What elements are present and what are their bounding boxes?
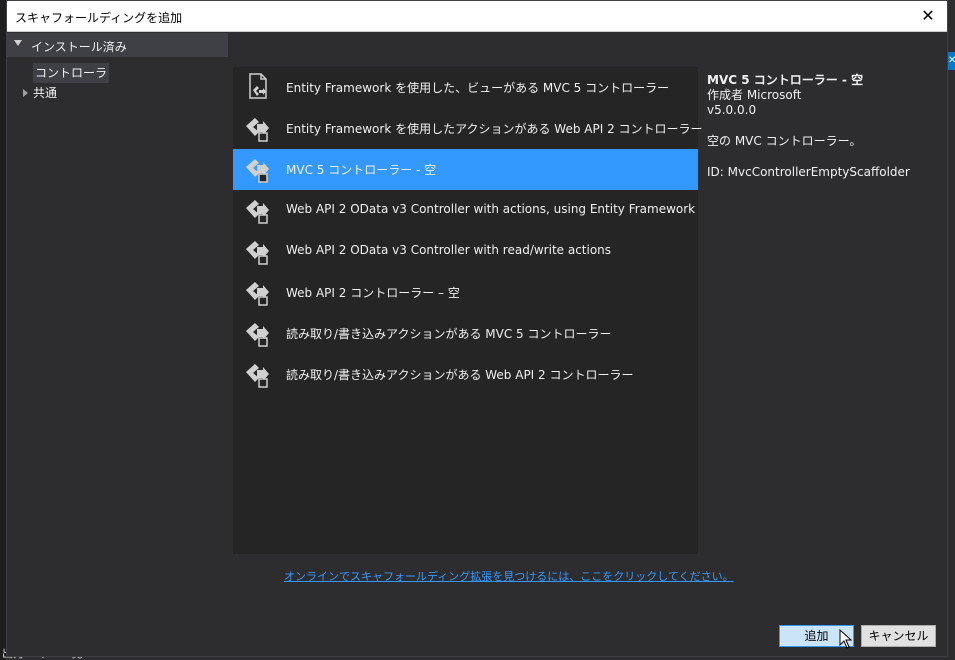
details-description: 空の MVC コントローラー。: [707, 134, 862, 148]
scaffold-list: Entity Framework を使用した、ビューがある MVC 5 コントロ…: [233, 67, 703, 554]
scaffold-details: MVC 5 コントローラー - 空 作成者 Microsoft v5.0.0.0…: [707, 73, 942, 180]
tree-item-label: コントローラ: [33, 63, 110, 83]
dialog-footer: 追加 キャンセル: [7, 591, 947, 656]
scaffold-list-item[interactable]: 読み取り/書き込みアクションがある Web API 2 コントローラー: [233, 354, 698, 395]
ide-close-tab-icon[interactable]: ✕: [948, 52, 955, 70]
add-scaffold-dialog: スキャフォールディングを追加 ✕ インストール済み コントローラ 共通 Enti…: [6, 0, 948, 657]
scaffold-list-item[interactable]: Entity Framework を使用した、ビューがある MVC 5 コントロ…: [233, 67, 698, 108]
controller-icon: [243, 277, 273, 307]
collapse-triangle-icon: [14, 40, 22, 46]
scaffold-list-item[interactable]: Entity Framework を使用したアクションがある Web API 2…: [233, 108, 703, 149]
scaffold-list-item[interactable]: 読み取り/書き込みアクションがある MVC 5 コントローラー: [233, 313, 698, 354]
controller-icon: [243, 318, 273, 348]
scaffold-item-label: Entity Framework を使用したアクションがある Web API 2…: [286, 122, 703, 136]
tree-item-label: 共通: [33, 86, 58, 100]
installed-section-header[interactable]: インストール済み: [7, 33, 228, 57]
controller-icon: [243, 113, 273, 143]
controller-with-views-icon: [243, 72, 273, 102]
controller-icon: [243, 236, 273, 266]
scaffold-item-label: Web API 2 OData v3 Controller with read/…: [286, 243, 612, 257]
scaffold-list-item[interactable]: Web API 2 OData v3 Controller with read/…: [233, 231, 698, 272]
scaffold-item-label: 読み取り/書き込みアクションがある MVC 5 コントローラー: [286, 327, 612, 341]
details-author: 作成者 Microsoft: [707, 88, 802, 102]
ide-background-right: ✕: [948, 0, 955, 660]
category-tree: コントローラ 共通: [7, 63, 228, 103]
scaffold-item-label: Web API 2 コントローラー – 空: [286, 286, 460, 300]
scaffold-item-label: MVC 5 コントローラー - 空: [286, 163, 437, 177]
details-name: MVC 5 コントローラー - 空: [707, 73, 864, 87]
details-id: ID: MvcControllerEmptyScaffolder: [707, 165, 910, 179]
online-extensions-link[interactable]: オンラインでスキャフォールディング拡張を見つけるには、ここをクリックしてください…: [284, 568, 734, 584]
mouse-cursor-icon: [839, 629, 853, 649]
controller-icon: [243, 195, 273, 225]
scaffold-item-label: Web API 2 OData v3 Controller with actio…: [286, 202, 696, 216]
dialog-title: スキャフォールディングを追加: [15, 11, 183, 25]
controller-icon: [243, 359, 273, 389]
scaffold-list-item[interactable]: MVC 5 コントローラー - 空: [233, 149, 698, 190]
controller-icon: [243, 154, 273, 184]
expand-arrow-icon[interactable]: [23, 89, 28, 97]
close-icon[interactable]: ✕: [917, 5, 939, 27]
dialog-titlebar: スキャフォールディングを追加 ✕: [7, 1, 947, 32]
tree-item-common[interactable]: 共通: [7, 83, 228, 103]
tree-item-controller[interactable]: コントローラ: [7, 63, 228, 83]
details-version: v5.0.0.0: [707, 103, 757, 117]
cancel-button[interactable]: キャンセル: [861, 625, 936, 647]
installed-header-label: インストール済み: [31, 40, 127, 54]
scaffold-item-label: Entity Framework を使用した、ビューがある MVC 5 コントロ…: [286, 81, 670, 95]
details-spacer: [707, 118, 942, 134]
scaffold-list-item[interactable]: Web API 2 OData v3 Controller with actio…: [233, 190, 698, 231]
scaffold-list-item[interactable]: Web API 2 コントローラー – 空: [233, 272, 698, 313]
scaffold-item-label: 読み取り/書き込みアクションがある Web API 2 コントローラー: [286, 368, 634, 382]
details-spacer: [707, 149, 942, 165]
